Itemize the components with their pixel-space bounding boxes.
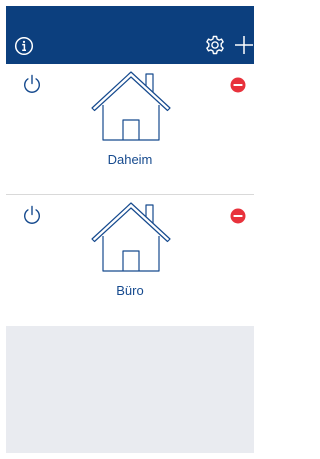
minus-circle-icon	[230, 208, 246, 224]
minus-circle-icon	[230, 77, 246, 93]
gear-icon	[206, 35, 224, 55]
power-icon	[24, 74, 40, 93]
top-navigation-bar	[6, 6, 254, 64]
info-circle-icon	[14, 36, 34, 56]
settings-button[interactable]	[203, 33, 227, 57]
empty-list-area	[6, 326, 254, 453]
location-name: Büro	[116, 283, 144, 298]
power-icon	[24, 205, 40, 224]
location-name: Daheim	[107, 152, 153, 167]
house-icon	[91, 202, 171, 272]
location-row-daheim[interactable]: Daheim	[6, 64, 254, 195]
add-location-button[interactable]	[232, 33, 254, 57]
power-button[interactable]	[21, 204, 43, 226]
location-row-buero[interactable]: Büro	[6, 195, 254, 326]
power-button[interactable]	[21, 73, 43, 95]
plus-icon	[235, 36, 253, 54]
info-button[interactable]	[12, 34, 36, 58]
app-screen: Daheim Büro	[6, 6, 254, 453]
location-list: Daheim Büro	[6, 64, 254, 326]
house-icon	[91, 71, 171, 141]
remove-location-button[interactable]	[230, 77, 246, 93]
remove-location-button[interactable]	[230, 208, 246, 224]
